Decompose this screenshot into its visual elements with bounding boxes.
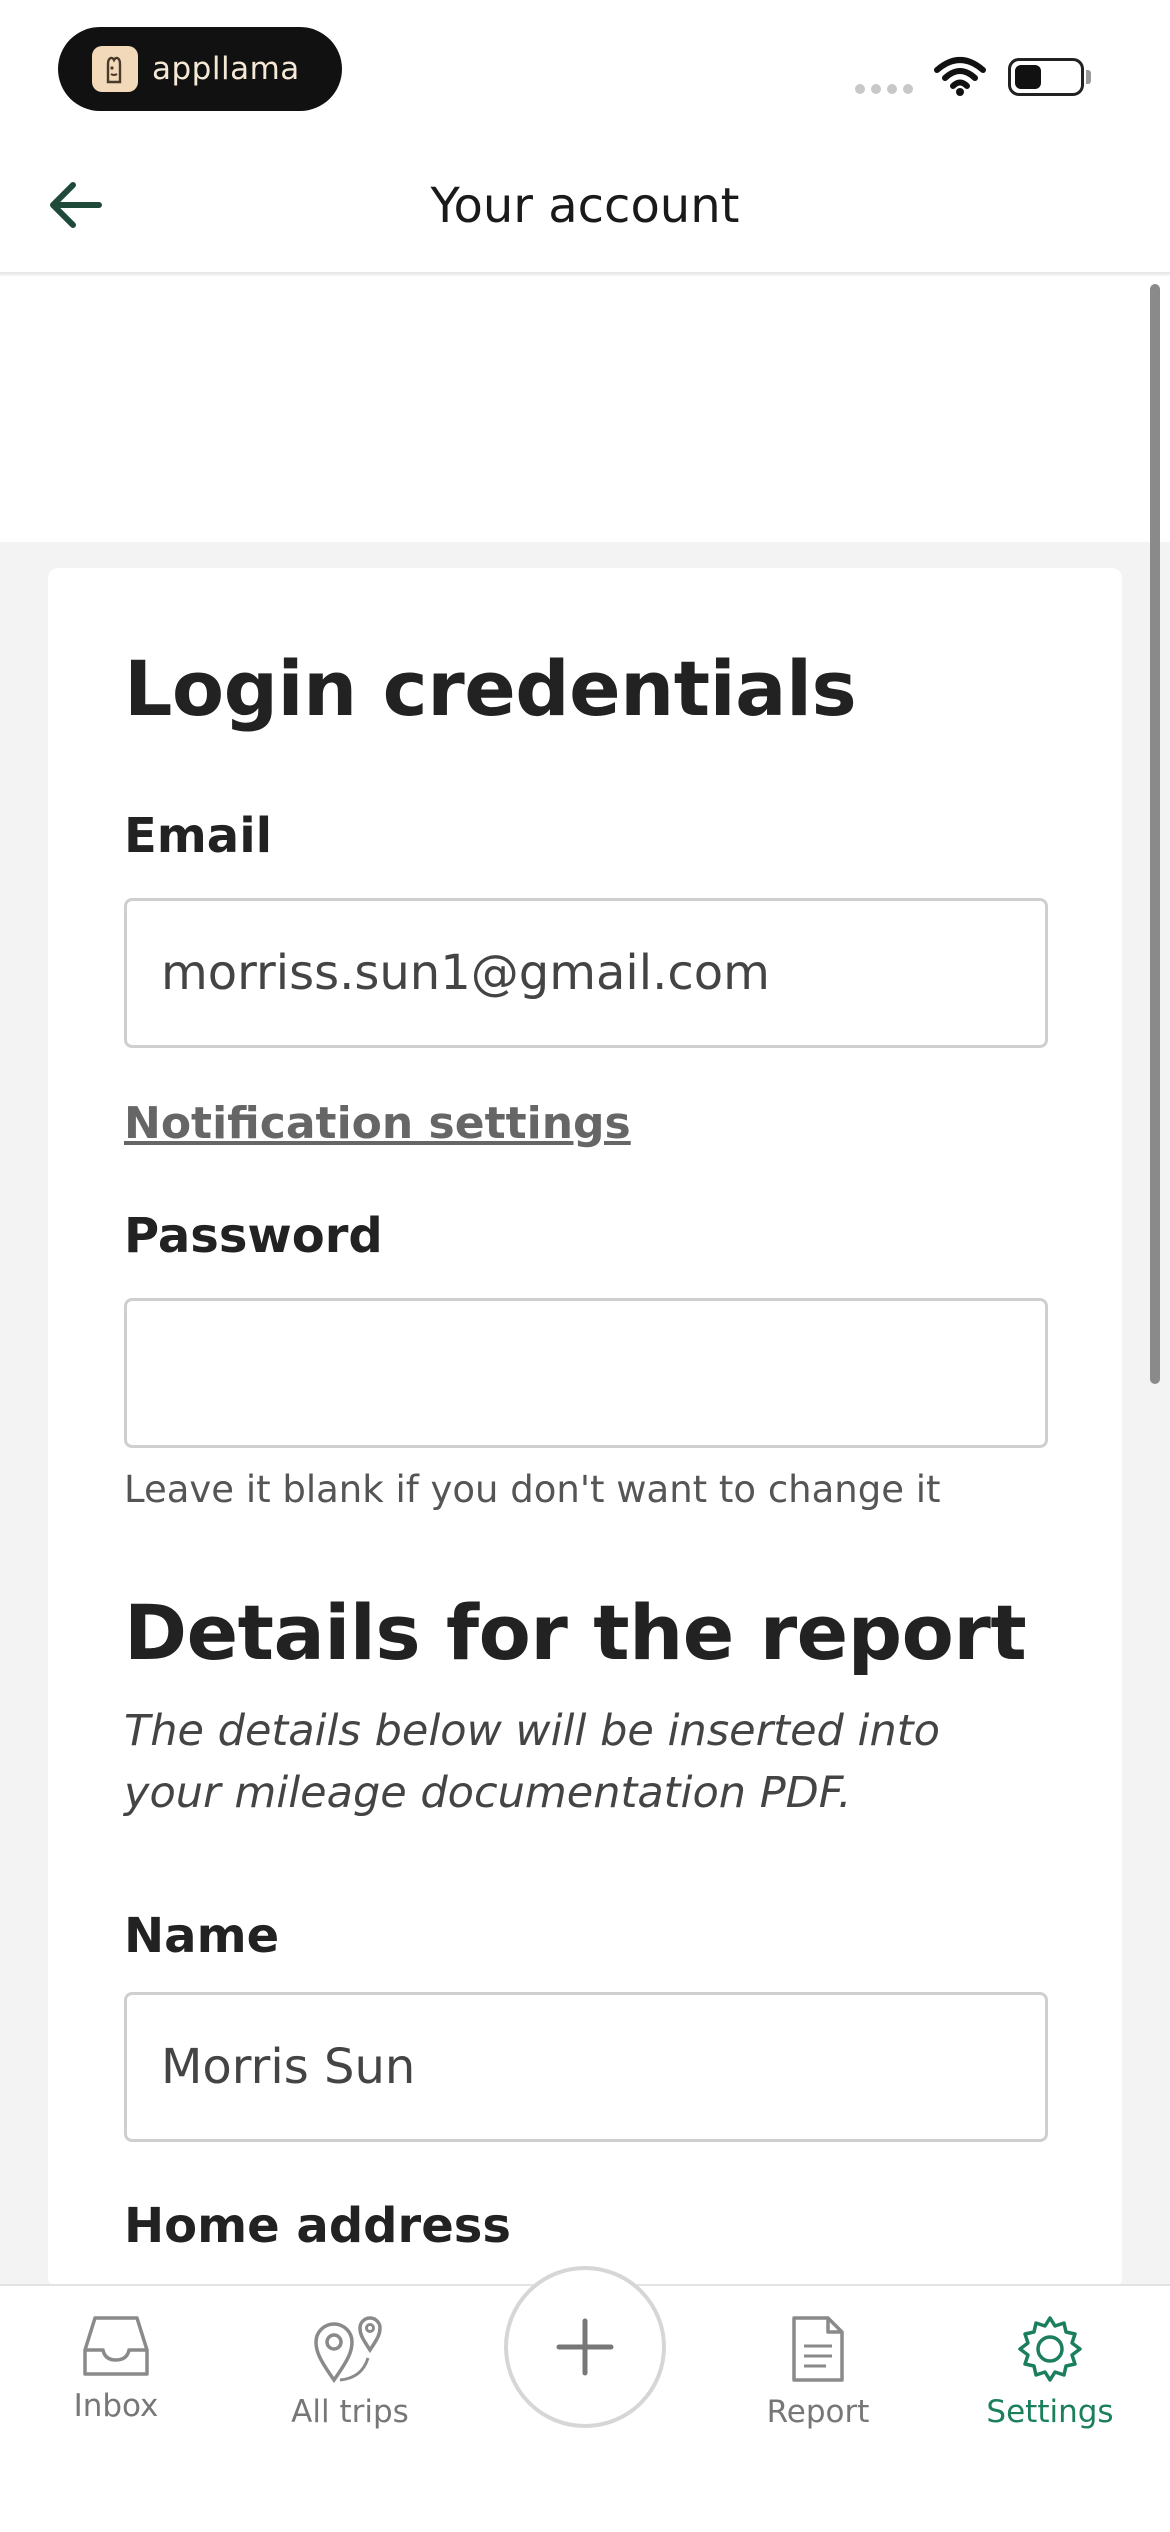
report-details-heading: Details for the report — [124, 1588, 1027, 1677]
add-trip-button[interactable] — [504, 2266, 666, 2428]
document-icon — [792, 2316, 844, 2382]
battery-icon — [1008, 58, 1084, 96]
notification-settings-link[interactable]: Notification settings — [124, 1098, 631, 1149]
map-pins-icon — [314, 2316, 382, 2384]
home-address-label: Home address — [124, 2198, 511, 2254]
signal-icon — [855, 84, 913, 94]
tab-inbox[interactable]: Inbox — [16, 2314, 216, 2424]
page-title: Your account — [430, 178, 740, 234]
name-input[interactable] — [124, 1992, 1048, 2142]
login-credentials-heading: Login credentials — [124, 644, 857, 733]
app-header: Your account — [0, 140, 1170, 274]
app-badge-label: appllama — [152, 51, 300, 87]
wifi-icon — [934, 57, 986, 96]
tab-inbox-label: Inbox — [73, 2388, 159, 2424]
tab-all-trips-label: All trips — [291, 2394, 409, 2430]
tab-report[interactable]: Report — [718, 2314, 918, 2430]
plus-icon — [556, 2318, 614, 2376]
tab-settings[interactable]: Settings — [950, 2314, 1150, 2430]
battery-cap — [1086, 70, 1091, 84]
tab-report-label: Report — [766, 2394, 870, 2430]
email-input[interactable] — [124, 898, 1048, 1048]
account-form-card: Login credentials Email Notification set… — [48, 568, 1122, 2288]
name-label: Name — [124, 1908, 280, 1964]
email-label: Email — [124, 808, 273, 864]
report-description: The details below will be inserted into … — [124, 1706, 940, 1818]
top-spacer — [0, 276, 1170, 542]
llama-logo-icon — [92, 46, 138, 92]
app-badge: appllama — [58, 27, 342, 111]
tab-settings-label: Settings — [986, 2394, 1114, 2430]
inbox-icon — [83, 2316, 149, 2376]
gear-icon — [1018, 2316, 1082, 2382]
tab-all-trips[interactable]: All trips — [250, 2314, 450, 2430]
password-hint: Leave it blank if you don't want to chan… — [124, 1468, 941, 1511]
bottom-tab-bar: Inbox All trips Report Settings — [0, 2266, 1170, 2532]
scrollbar[interactable] — [1150, 284, 1160, 1384]
status-bar: appllama — [0, 0, 1170, 140]
password-input[interactable] — [124, 1298, 1048, 1448]
password-label: Password — [124, 1208, 383, 1264]
